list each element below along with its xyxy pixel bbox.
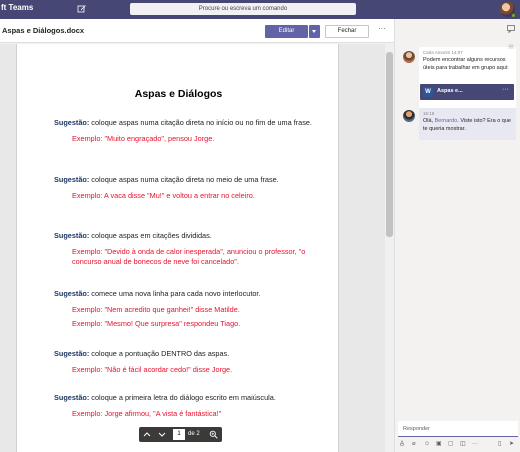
suggestion-label: Sugestão:	[54, 349, 90, 358]
document-header: Aspas e Diálogos.docx Editar Fechar ···	[0, 19, 394, 43]
compose-toolbar: A̲ ⌀ ☺ ▣ ▢ ◫ ··· ▯ ➤	[398, 439, 518, 449]
attachment-more-icon[interactable]: ···	[502, 86, 509, 93]
tip-block: Sugestão: coloque aspas numa citação dir…	[54, 175, 312, 201]
suggestion-label: Sugestão:	[54, 393, 90, 402]
tip-block: Sugestão: coloque a pontuação DENTRO das…	[54, 349, 312, 375]
user-avatar[interactable]	[500, 2, 516, 18]
attachment-name: Aspas e...	[437, 88, 463, 94]
chat-message: 16:18 Olá, Bernardo. Viste isto? Era o q…	[419, 108, 516, 140]
message-time: 14:07	[451, 50, 463, 55]
search-input[interactable]: Procure ou escreva um comando	[130, 3, 356, 15]
tip-block: Sugestão: comece uma nova linha para cad…	[54, 289, 312, 330]
file-attachment-card[interactable]: W Aspas e... ···	[420, 84, 514, 100]
suggestion-text: coloque a primeira letra do diálogo escr…	[89, 393, 276, 402]
sticker-icon[interactable]: ▢	[448, 439, 454, 449]
next-page-chevron-down-icon[interactable]	[158, 431, 166, 438]
more-options-icon[interactable]: ···	[472, 439, 478, 449]
document-viewer[interactable]: Aspas e Diálogos Sugestão: coloque aspas…	[0, 44, 394, 452]
format-icon[interactable]: A̲	[400, 439, 404, 449]
more-options-icon[interactable]: ···	[378, 24, 386, 33]
suggestion-label: Sugestão:	[54, 289, 90, 298]
page-count: de 2	[188, 431, 200, 437]
current-page-input[interactable]: 1	[173, 429, 185, 440]
message-text: Podem encontrar alguns recursos úteis pa…	[423, 57, 509, 71]
reply-input[interactable]: Responder	[398, 421, 518, 437]
message-text: Olá, Bernardo. Viste isto? Era o que te …	[423, 118, 512, 133]
reaction-icon[interactable]	[508, 44, 514, 49]
suggestion-text: coloque aspas em citações divididas.	[89, 231, 212, 240]
suggestion-label: Sugestão:	[54, 231, 90, 240]
close-button[interactable]: Fechar	[325, 25, 369, 38]
scrollbar-thumb[interactable]	[386, 52, 393, 237]
zoom-icon[interactable]	[209, 430, 218, 439]
attach-icon[interactable]: ⌀	[412, 439, 416, 449]
meet-icon[interactable]: ◫	[460, 439, 466, 449]
example-text: Exemplo: "Devido à onda de calor inesper…	[72, 246, 306, 267]
suggestion-text: coloque a pontuação DENTRO das aspas.	[89, 349, 230, 358]
document-title: Aspas e Diálogos	[134, 88, 223, 100]
suggestion-text: comece uma nova linha para cada novo int…	[89, 289, 261, 298]
sender-avatar[interactable]	[403, 110, 415, 122]
example-text: Exemplo: "Nem acredito que ganhei!" diss…	[72, 304, 240, 314]
message-meta: Carla Amorim 14:07	[423, 50, 512, 55]
example-text: Exemplo: "Não é fácil acordar cedo!" dis…	[72, 364, 233, 374]
user-mention[interactable]: Bernardo	[435, 118, 458, 124]
tip-block: Sugestão: coloque aspas numa citação dir…	[54, 118, 312, 144]
tip-block: Sugestão: coloque aspas em citações divi…	[54, 231, 312, 268]
suggestion-label: Sugestão:	[54, 118, 90, 127]
page-navigator: 1 de 2	[139, 427, 222, 442]
example-text: Exemplo: A vaca disse "Mu!" e voltou a e…	[72, 190, 255, 200]
document-file-name: Aspas e Diálogos.docx	[2, 26, 85, 35]
presence-available-icon	[511, 13, 516, 18]
compose-icon[interactable]	[77, 4, 87, 14]
send-icon[interactable]: ➤	[509, 439, 514, 449]
chat-icon[interactable]	[507, 25, 515, 33]
word-file-icon: W	[423, 87, 433, 97]
previous-page-chevron-up-icon[interactable]	[143, 431, 151, 438]
message-time: 16:18	[423, 111, 435, 116]
suggestion-text: coloque aspas numa citação direta no iní…	[89, 118, 312, 127]
gif-icon[interactable]: ▣	[436, 439, 442, 449]
tip-block: Sugestão: coloque a primeira letra do di…	[54, 393, 312, 419]
top-bar: ft Teams Procure ou escreva um comando	[0, 0, 520, 19]
example-text: Exemplo: Jorge afirmou, "A vista é fantá…	[72, 408, 222, 418]
emoji-icon[interactable]: ☺	[424, 439, 430, 449]
edit-options-chevron-down-icon[interactable]	[309, 25, 320, 38]
delete-icon[interactable]: ▯	[498, 439, 501, 449]
sender-name: Carla Amorim	[423, 50, 451, 55]
chat-panel: Carla Amorim 14:07 Podem encontrar algun…	[394, 19, 520, 452]
suggestion-text: coloque aspas numa citação direta no mei…	[89, 175, 279, 184]
suggestion-label: Sugestão:	[54, 175, 90, 184]
example-text: Exemplo: "Mesmo! Que surpresa" respondeu…	[72, 319, 241, 328]
document-page: Aspas e Diálogos Sugestão: coloque aspas…	[16, 44, 339, 452]
sender-avatar[interactable]	[403, 51, 415, 63]
example-text: Exemplo: "Muito engraçado", pensou Jorge…	[72, 133, 215, 143]
app-title: ft Teams	[1, 3, 34, 12]
edit-button[interactable]: Editar	[265, 25, 308, 38]
message-text-part: Olá,	[423, 118, 435, 124]
